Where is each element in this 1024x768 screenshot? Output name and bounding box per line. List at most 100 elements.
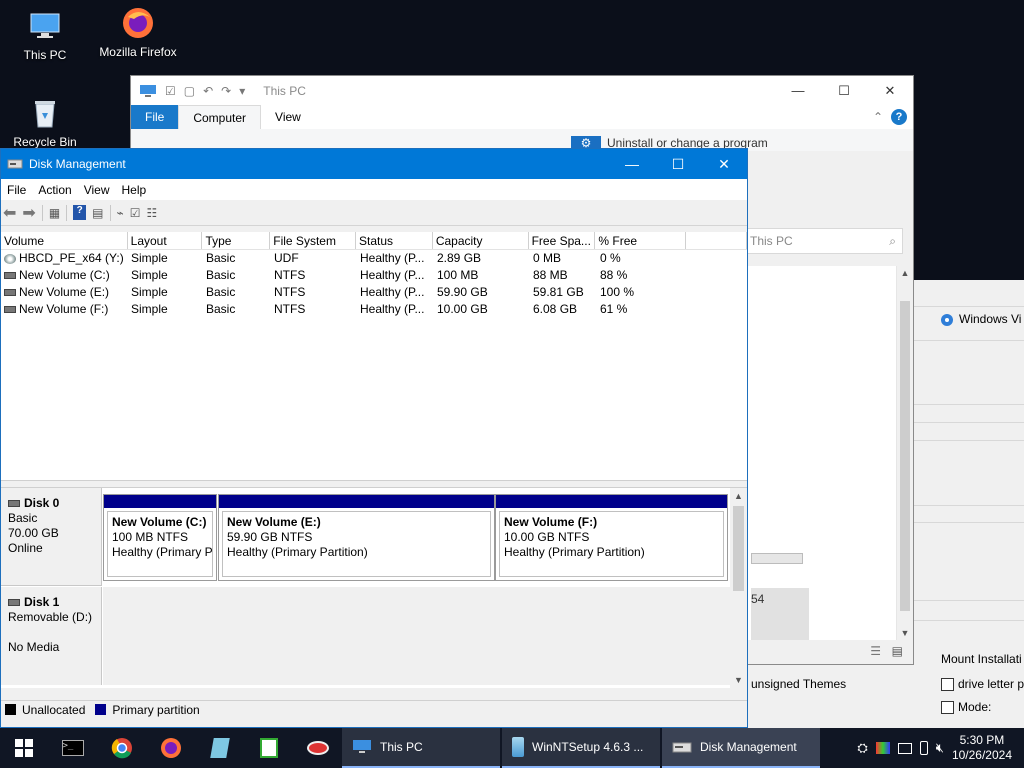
tiles-view-icon[interactable]: ▤	[892, 644, 903, 658]
scroll-up-icon[interactable]: ▲	[897, 268, 913, 278]
legend-label: Unallocated	[22, 702, 86, 717]
check-icon[interactable]: ☑	[130, 206, 141, 220]
partition-f[interactable]: New Volume (F:) 10.00 GB NTFS Healthy (P…	[495, 494, 728, 581]
maximize-button[interactable]: ☐	[655, 149, 701, 179]
partition-c[interactable]: New Volume (C:) 100 MB NTFS Healthy (Pri…	[103, 494, 217, 581]
column-type[interactable]: Type	[202, 232, 271, 249]
chrome-taskbar-button[interactable]	[97, 728, 146, 768]
disk-1-label[interactable]: Disk 1 Removable (D:) No Media	[1, 587, 102, 685]
scroll-up-icon[interactable]: ▲	[730, 488, 747, 504]
close-button[interactable]: ✕	[867, 76, 913, 105]
volume-free: 6.08 GB	[533, 302, 578, 316]
volume-layout: Simple	[131, 302, 168, 316]
volume-name: New Volume (F:)	[19, 302, 109, 316]
show-tree-icon[interactable]: ▦	[49, 206, 60, 220]
tab-file[interactable]: File	[131, 105, 179, 129]
taskbar-app-winntsetup[interactable]: WinNTSetup 4.6.3 ...	[502, 728, 660, 768]
menu-help[interactable]: Help	[116, 183, 153, 197]
search-icon[interactable]: ⌕	[889, 234, 896, 249]
disk-0-label[interactable]: Disk 0 Basic 70.00 GB Online	[1, 488, 102, 586]
redo-icon[interactable]: ↷	[221, 84, 231, 98]
help-icon[interactable]: ?	[891, 109, 907, 125]
pane-splitter[interactable]	[1, 480, 747, 488]
minimize-button[interactable]: —	[775, 76, 821, 105]
back-arrow-icon[interactable]: ⬅	[3, 203, 16, 223]
desktop-icon-this-pc[interactable]: This PC	[5, 8, 85, 62]
scroll-down-icon[interactable]: ▼	[897, 628, 913, 638]
drive-icon	[4, 272, 16, 279]
chevron-down-icon[interactable]: ▾	[239, 84, 245, 98]
desktop-icon-recycle-bin[interactable]: Recycle Bin	[5, 95, 85, 149]
clock[interactable]: 5:30 PM 10/26/2024	[952, 733, 1012, 763]
forward-arrow-icon[interactable]: ➡	[22, 203, 35, 223]
disk-state: No Media	[8, 640, 60, 654]
explorer-scrollbar[interactable]: ▲ ▼	[896, 266, 913, 640]
chevron-up-icon[interactable]: ⌃	[873, 110, 883, 124]
details-view-icon[interactable]: ☰	[870, 644, 881, 658]
undo-icon[interactable]: ↶	[203, 84, 213, 98]
column-layout[interactable]: Layout	[128, 232, 203, 249]
clock-time: 5:30 PM	[959, 733, 1005, 747]
table-row[interactable]: New Volume (E:) Simple Basic NTFS Health…	[1, 284, 747, 301]
taskbar-app-disk-management[interactable]: Disk Management	[662, 728, 820, 768]
table-row[interactable]: New Volume (F:) Simple Basic NTFS Health…	[1, 301, 747, 318]
explorer-title: This PC	[263, 83, 306, 98]
volume-layout: Simple	[131, 285, 168, 299]
divider	[914, 440, 1024, 441]
properties-icon[interactable]: ▤	[92, 206, 103, 220]
firefox-taskbar-button[interactable]	[146, 728, 195, 768]
partition-name: New Volume (F:)	[504, 515, 598, 529]
this-pc-icon	[140, 84, 156, 97]
start-button[interactable]	[0, 728, 48, 768]
properties-icon[interactable]: ☑	[165, 84, 176, 98]
close-button[interactable]: ✕	[701, 149, 747, 179]
new-folder-icon[interactable]: ▢	[184, 84, 195, 98]
notepad-taskbar-button[interactable]	[195, 728, 244, 768]
legend-label: Primary partition	[112, 702, 200, 717]
tab-view[interactable]: View	[261, 105, 315, 129]
menu-action[interactable]: Action	[32, 183, 77, 197]
desktop-icon-firefox[interactable]: Mozilla Firefox	[98, 5, 178, 59]
taskbar-app-this-pc[interactable]: This PC	[342, 728, 500, 768]
table-row[interactable]: HBCD_PE_x64 (Y:) Simple Basic UDF Health…	[1, 250, 747, 267]
graph-scrollbar[interactable]: ▲ ▼	[730, 488, 747, 688]
column-extra[interactable]	[686, 232, 747, 249]
divider	[914, 404, 1024, 405]
tab-computer[interactable]: Computer	[178, 105, 262, 129]
column-volume[interactable]: Volume	[1, 232, 128, 249]
color-app-icon[interactable]	[875, 742, 890, 754]
partition-status: Healthy (Primary P	[112, 545, 213, 559]
partition-e[interactable]: New Volume (E:) 59.90 GB NTFS Healthy (P…	[218, 494, 495, 581]
column-status[interactable]: Status	[356, 232, 433, 249]
volume-name: New Volume (E:)	[19, 285, 110, 299]
maximize-button[interactable]: ☐	[821, 76, 867, 105]
drive-letter-checkbox[interactable]	[941, 678, 954, 691]
column-capacity[interactable]: Capacity	[433, 232, 529, 249]
column-percent-free[interactable]: % Free	[595, 232, 687, 249]
scroll-thumb[interactable]	[900, 301, 910, 611]
menu-view[interactable]: View	[78, 183, 116, 197]
scroll-down-icon[interactable]: ▼	[730, 672, 747, 688]
scroll-thumb[interactable]	[733, 506, 744, 591]
minimize-button[interactable]: —	[609, 149, 655, 179]
partition-name: New Volume (C:)	[112, 515, 207, 529]
menu-file[interactable]: File	[1, 183, 32, 197]
volume-muted-icon[interactable]: 🔇︎	[936, 740, 944, 756]
table-row[interactable]: New Volume (C:) Simple Basic NTFS Health…	[1, 267, 747, 284]
connect-icon[interactable]: ⌁	[117, 206, 124, 220]
cmd-taskbar-button[interactable]: >_	[48, 728, 97, 768]
mode-checkbox[interactable]	[941, 701, 954, 714]
list-icon[interactable]: ☷	[147, 206, 158, 220]
usb-icon[interactable]	[919, 741, 928, 755]
column-free-space[interactable]: Free Spa...	[529, 232, 596, 249]
volume-fs: UDF	[274, 251, 299, 265]
chart-app-taskbar-button[interactable]	[244, 728, 293, 768]
network-icon[interactable]: ⛭	[857, 740, 867, 756]
disk-1-area[interactable]	[103, 587, 730, 685]
help-icon[interactable]: ?	[73, 205, 87, 220]
firefox-icon	[160, 738, 181, 758]
column-file-system[interactable]: File System	[270, 232, 357, 249]
search-input[interactable]: This PC ⌕	[743, 228, 903, 254]
tool-taskbar-button[interactable]	[293, 728, 342, 768]
display-icon[interactable]	[897, 742, 912, 754]
